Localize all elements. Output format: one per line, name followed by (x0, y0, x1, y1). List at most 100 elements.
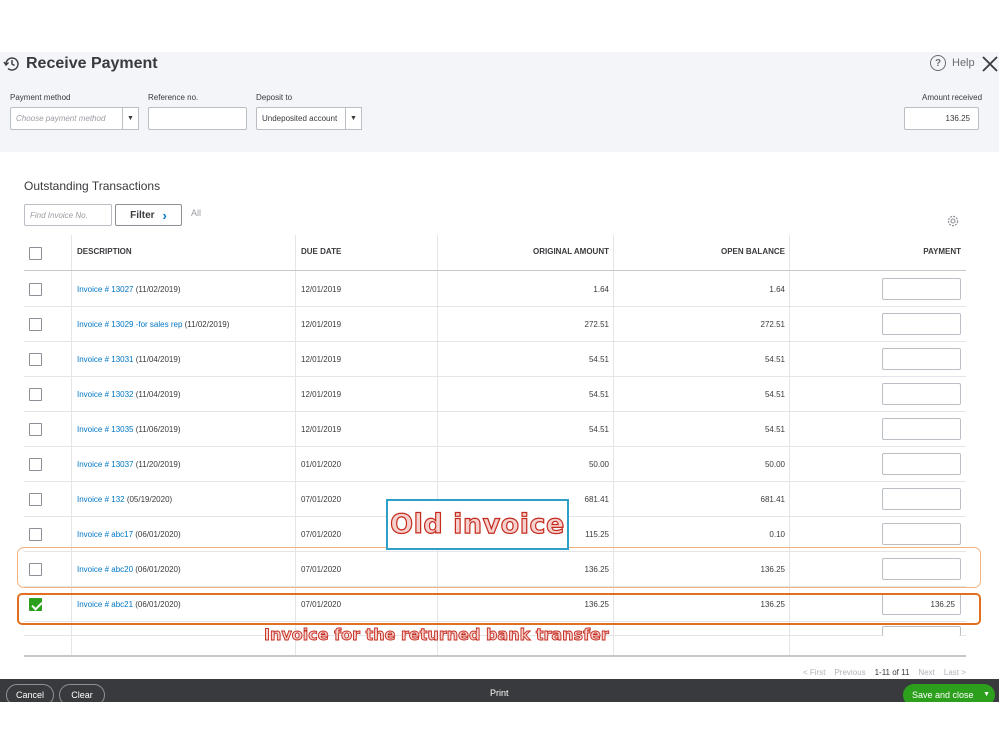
cancel-button[interactable]: Cancel (6, 684, 54, 702)
row-checkbox[interactable] (29, 388, 42, 401)
chevron-down-icon[interactable]: ▼ (983, 691, 990, 698)
filter-label: Filter (130, 209, 155, 221)
table-row: Invoice # 13031 (11/04/2019) 12/01/2019 54… (24, 342, 966, 377)
original-amount: 272.51 (584, 320, 609, 329)
column-header-payment[interactable]: PAYMENT (923, 247, 961, 256)
open-balance: 272.51 (760, 320, 785, 329)
payment-input[interactable] (882, 383, 961, 405)
gear-icon[interactable] (946, 214, 960, 228)
row-checkbox[interactable] (29, 423, 42, 436)
recent-transactions-icon[interactable] (3, 55, 21, 73)
invoice-link[interactable]: Invoice # 13035 (77, 425, 134, 434)
invoice-link[interactable]: Invoice # abc21 (77, 600, 133, 609)
due-date: 12/01/2019 (301, 390, 342, 399)
due-date: 12/01/2019 (301, 320, 342, 329)
page-title: Receive Payment (26, 55, 158, 72)
original-amount: 681.41 (584, 495, 609, 504)
payment-input[interactable] (882, 418, 961, 440)
invoice-date: (06/01/2020) (133, 565, 181, 574)
payment-input[interactable] (882, 348, 961, 370)
reference-no-field[interactable] (148, 107, 247, 130)
invoice-link[interactable]: Invoice # abc20 (77, 565, 133, 574)
find-invoice-input[interactable]: Find Invoice No. (24, 204, 112, 226)
column-header-description[interactable]: DESCRIPTION (77, 247, 132, 256)
chevron-down-icon[interactable]: ▼ (122, 107, 139, 130)
row-checkbox[interactable] (29, 493, 42, 506)
row-checkbox[interactable] (29, 283, 42, 296)
outstanding-transactions-title: Outstanding Transactions (24, 179, 161, 193)
invoice-date: (11/06/2019) (133, 425, 181, 434)
due-date: 12/01/2019 (301, 355, 342, 364)
payment-input[interactable] (882, 488, 961, 510)
table-row: Invoice # abc17 (06/01/2020) 07/01/2020 11… (24, 517, 966, 552)
print-button[interactable]: Print (490, 688, 509, 698)
row-checkbox[interactable] (29, 318, 42, 331)
invoice-description: Invoice # 13035 (11/06/2019) (77, 425, 181, 434)
row-checkbox[interactable] (29, 598, 42, 611)
due-date: 12/01/2019 (301, 285, 342, 294)
column-header-due-date[interactable]: DUE DATE (301, 247, 341, 256)
invoice-link[interactable]: Invoice # 13029 -for sales rep (77, 320, 182, 329)
amount-received-label: Amount received (922, 93, 983, 102)
help-link[interactable]: ? Help (930, 55, 975, 71)
invoice-link[interactable]: Invoice # 13027 (77, 285, 134, 294)
payment-input[interactable] (882, 558, 961, 580)
help-label: Help (952, 57, 975, 69)
chevron-down-icon[interactable]: ▼ (345, 107, 362, 130)
due-date: 07/01/2020 (301, 600, 342, 609)
original-amount: 54.51 (588, 355, 609, 364)
payment-input[interactable] (882, 313, 961, 335)
column-header-original-amount[interactable]: ORIGINAL AMOUNT (533, 247, 609, 256)
help-icon: ? (930, 55, 946, 71)
original-amount: 54.51 (588, 425, 609, 434)
original-amount: 136.25 (584, 565, 609, 574)
invoice-date: (11/04/2019) (133, 355, 181, 364)
row-checkbox[interactable] (29, 563, 42, 576)
payment-method-select[interactable]: Choose payment method ▼ (10, 107, 139, 130)
pagination: < First Previous 1-11 of 11 Next Last > (803, 668, 966, 677)
pager-previous[interactable]: Previous (834, 668, 865, 677)
save-and-close-button[interactable]: Save and close ▼ (903, 684, 995, 702)
invoice-description: Invoice # 13037 (11/20/2019) (77, 460, 181, 469)
pager-first[interactable]: < First (803, 668, 825, 677)
open-balance: 54.51 (764, 390, 785, 399)
open-balance: 50.00 (764, 460, 785, 469)
close-icon[interactable] (981, 54, 999, 74)
invoice-link[interactable]: Invoice # abc17 (77, 530, 133, 539)
original-amount: 54.51 (588, 390, 609, 399)
select-all-checkbox[interactable] (29, 247, 42, 260)
amount-received-field[interactable]: 136.25 (904, 107, 979, 130)
deposit-to-select[interactable]: Undeposited account ▼ (256, 107, 362, 130)
table-row: Invoice # abc20 (06/01/2020) 07/01/2020 13… (24, 552, 966, 587)
payment-method-placeholder: Choose payment method (16, 114, 106, 123)
invoice-link[interactable]: Invoice # 13032 (77, 390, 134, 399)
payment-input[interactable] (882, 523, 961, 545)
column-header-open-balance[interactable]: OPEN BALANCE (721, 247, 785, 256)
pager-next[interactable]: Next (918, 668, 934, 677)
invoice-link[interactable]: Invoice # 13031 (77, 355, 134, 364)
invoice-description: Invoice # 13027 (11/02/2019) (77, 285, 181, 294)
invoice-link[interactable]: Invoice # 132 (77, 495, 125, 504)
invoice-date: (11/20/2019) (133, 460, 181, 469)
due-date: 07/01/2020 (301, 565, 342, 574)
payment-method-label: Payment method (10, 93, 71, 102)
clear-button[interactable]: Clear (59, 684, 105, 702)
pager-last[interactable]: Last > (944, 668, 966, 677)
table-row: Invoice # 132 (05/19/2020) 07/01/2020 681.… (24, 482, 966, 517)
footer-bar: Cancel Clear Print Save and close ▼ (0, 679, 999, 702)
row-checkbox[interactable] (29, 458, 42, 471)
invoice-link[interactable]: Invoice # 13037 (77, 460, 134, 469)
invoice-description: Invoice # 13031 (11/04/2019) (77, 355, 181, 364)
header-panel: Receive Payment ? Help Payment method Ch… (0, 52, 999, 152)
payment-input[interactable] (882, 278, 961, 300)
row-checkbox[interactable] (29, 528, 42, 541)
payment-input[interactable] (882, 453, 961, 475)
open-balance: 136.25 (760, 565, 785, 574)
filter-button[interactable]: Filter › (115, 204, 182, 226)
original-amount: 50.00 (588, 460, 609, 469)
payment-input[interactable] (882, 626, 961, 636)
payment-input[interactable]: 136.25 (882, 593, 961, 615)
open-balance: 681.41 (760, 495, 785, 504)
invoice-date: (06/01/2020) (133, 530, 181, 539)
row-checkbox[interactable] (29, 353, 42, 366)
